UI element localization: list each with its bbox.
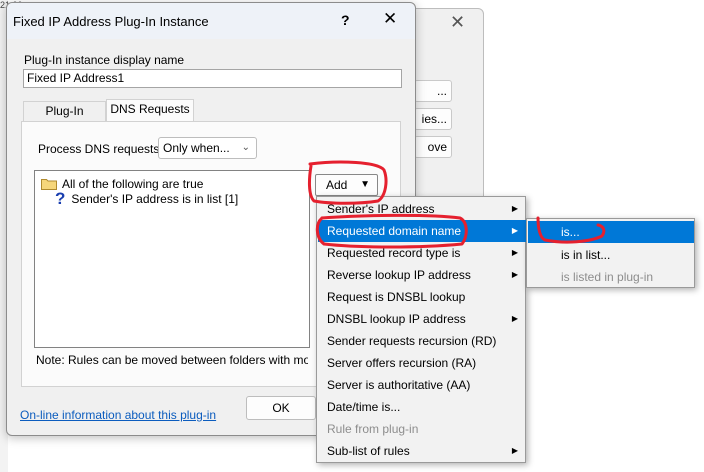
display-name-input[interactable]: Fixed IP Address1 <box>23 69 402 88</box>
background-close-icon[interactable]: ✕ <box>450 12 465 33</box>
menu-item-senders-ip[interactable]: Sender's IP address ▶ <box>318 198 526 220</box>
dropdown-caret-icon: ▼ <box>360 179 370 190</box>
menu-item-reverse-lookup[interactable]: Reverse lookup IP address ▶ <box>318 264 526 286</box>
dialog-title: Fixed IP Address Plug-In Instance <box>13 14 209 29</box>
menu-item-recursion-rd[interactable]: Sender requests recursion (RD) <box>318 330 526 352</box>
menu-item-record-type[interactable]: Requested record type is ▶ <box>318 242 526 264</box>
menu-item-dnsbl-request[interactable]: Request is DNSBL lookup <box>318 286 526 308</box>
question-icon: ? <box>55 189 66 208</box>
tree-root-item[interactable]: All of the following are true <box>41 177 203 191</box>
tree-child-item[interactable]: ? Sender's IP address is in list [1] <box>55 189 239 208</box>
process-dns-label: Process DNS requests: <box>38 142 163 156</box>
online-info-link[interactable]: On-line information about this plug-in <box>20 408 216 422</box>
submenu-arrow-icon: ▶ <box>511 314 518 323</box>
tree-child-label: Sender's IP address is in list [1] <box>71 192 239 206</box>
submenu-item-in-list[interactable]: is in list... <box>528 244 694 266</box>
menu-item-authoritative[interactable]: Server is authoritative (AA) <box>318 374 526 396</box>
note-text: Note: Rules can be moved between folders… <box>36 353 308 367</box>
display-name-label: Plug-In instance display name <box>24 53 185 67</box>
process-dns-value: Only when... <box>163 141 230 155</box>
submenu-arrow-icon: ▶ <box>511 248 518 257</box>
process-dns-select[interactable]: Only when... ⌄ <box>158 137 257 159</box>
background-button-3[interactable]: ove <box>414 136 452 158</box>
title-bar: Fixed IP Address Plug-In Instance ? ✕ <box>7 3 415 39</box>
menu-item-sublist[interactable]: Sub-list of rules ▶ <box>318 440 526 462</box>
submenu-item-is[interactable]: is... <box>528 221 694 243</box>
add-menu: Sender's IP address ▶ Requested domain na… <box>316 196 526 463</box>
close-icon[interactable]: ✕ <box>383 9 397 29</box>
menu-item-recursion-ra[interactable]: Server offers recursion (RA) <box>318 352 526 374</box>
help-button[interactable]: ? <box>341 12 350 28</box>
add-button[interactable]: Add ▼ <box>315 174 378 196</box>
menu-item-requested-domain[interactable]: Requested domain name ▶ <box>318 220 526 242</box>
tab-plugin-settings[interactable]: Plug-In Settings <box>23 101 106 137</box>
menu-item-datetime[interactable]: Date/time is... <box>318 396 526 418</box>
submenu-item-listed-in-plugin: is listed in plug-in <box>561 270 654 284</box>
submenu-arrow-icon: ▶ <box>511 446 518 455</box>
background-button-1[interactable]: ... <box>414 80 452 102</box>
tab-dns-requests[interactable]: DNS Requests <box>106 99 194 122</box>
add-button-label: Add <box>326 178 348 192</box>
background-button-2[interactable]: ies... <box>414 108 452 130</box>
menu-item-rule-from-plugin: Rule from plug-in <box>327 422 419 436</box>
ok-button[interactable]: OK <box>246 396 316 420</box>
tree-root-label: All of the following are true <box>62 177 204 191</box>
submenu-arrow-icon: ▶ <box>511 226 518 235</box>
domain-name-submenu: is... is in list... is listed in plug-in <box>526 218 695 288</box>
menu-item-dnsbl-ip[interactable]: DNSBL lookup IP address ▶ <box>318 308 526 330</box>
chevron-down-icon: ⌄ <box>241 142 250 153</box>
submenu-arrow-icon: ▶ <box>511 204 518 213</box>
submenu-arrow-icon: ▶ <box>511 270 518 279</box>
rules-tree[interactable]: All of the following are true ? Sender's… <box>34 170 310 348</box>
